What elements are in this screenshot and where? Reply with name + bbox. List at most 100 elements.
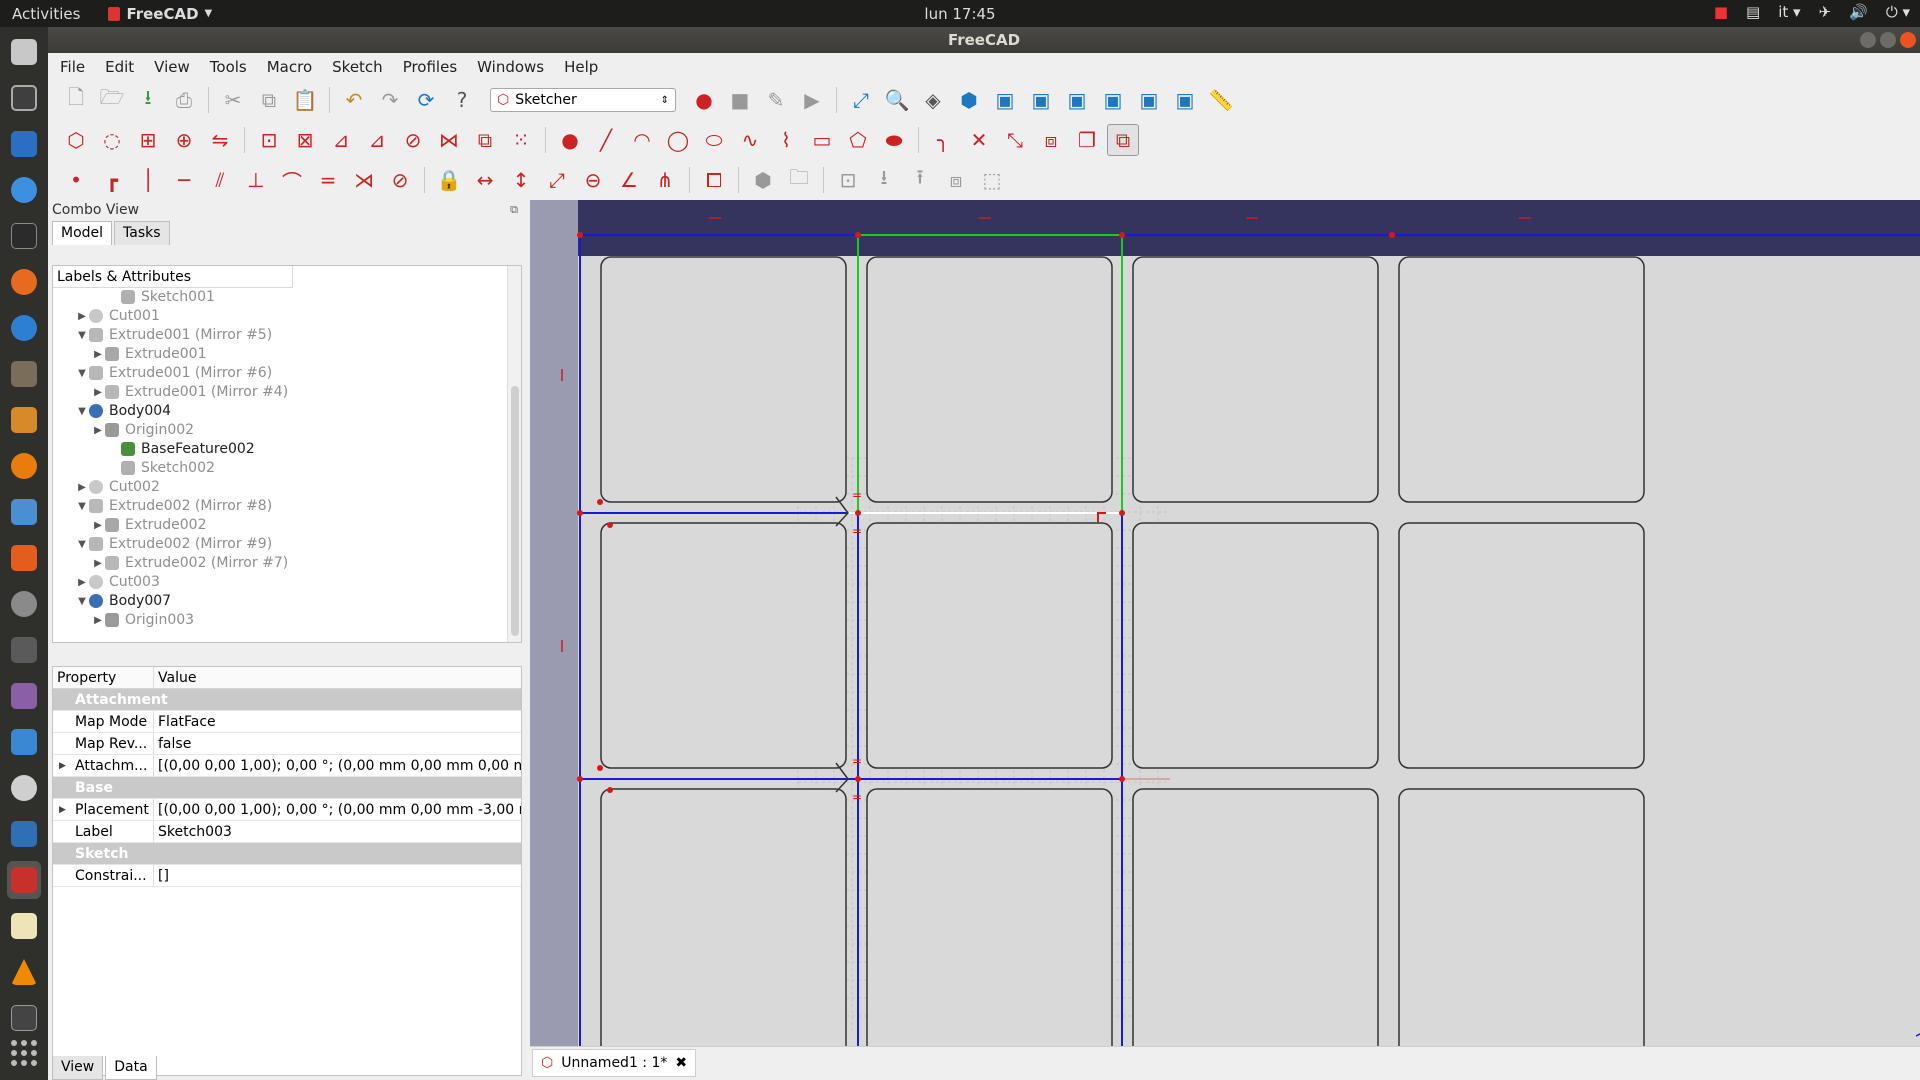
menu-tools[interactable]: Tools [210, 58, 247, 76]
slot-icon[interactable]: ⬬ [878, 124, 910, 156]
dock-app-17[interactable] [7, 769, 41, 807]
dock-app-7[interactable] [7, 309, 41, 347]
bottom-view-icon[interactable]: ▣ [1133, 84, 1165, 116]
merge-sketch-icon[interactable]: ⊕ [168, 124, 200, 156]
select-vertical-axis-icon[interactable]: ⊿ [325, 124, 357, 156]
dock-settings[interactable] [7, 585, 41, 623]
expand-arrow-icon[interactable]: ▶ [59, 799, 66, 820]
trim-icon[interactable]: ✕ [963, 124, 995, 156]
export-icon[interactable]: ⭱ [904, 164, 936, 196]
measure-icon[interactable]: 📏 [1205, 84, 1237, 116]
property-row[interactable]: Map Mode FlatFace [53, 711, 521, 733]
constrain-coincident-icon[interactable]: • [60, 164, 92, 196]
open-icon[interactable]: 🗁 [96, 84, 128, 116]
dock-vlc[interactable] [7, 953, 41, 991]
expand-arrow-icon[interactable]: ▶ [77, 478, 87, 497]
tree-item[interactable]: ▶ Extrude001 (Mirror #4) [53, 383, 521, 402]
menu-profiles[interactable]: Profiles [403, 58, 457, 76]
dock-app-9[interactable] [7, 401, 41, 439]
constrain-snell-icon[interactable]: ⋔ [649, 164, 681, 196]
dock-editor[interactable] [7, 907, 41, 945]
carbon-copy-icon[interactable]: ❐ [1071, 124, 1103, 156]
circle-icon[interactable]: ◯ [662, 124, 694, 156]
tree-column-header[interactable]: Labels & Attributes [53, 266, 293, 288]
close-button[interactable] [1900, 32, 1916, 48]
constrain-equal-icon[interactable]: = [312, 164, 344, 196]
fillet-icon[interactable]: ╮ [927, 124, 959, 156]
undo-icon[interactable]: ↶ [338, 84, 370, 116]
tree-item[interactable]: ▼ Extrude001 (Mirror #6) [53, 364, 521, 383]
tree-item[interactable]: ▼ Extrude002 (Mirror #8) [53, 497, 521, 516]
expand-arrow-icon[interactable]: ▶ [93, 554, 103, 573]
tree-item[interactable]: ▶ Cut001 [53, 307, 521, 326]
dock-terminal[interactable] [7, 217, 41, 255]
property-row[interactable]: Constrai... [] [53, 865, 521, 887]
select-horizontal-axis-icon[interactable]: ⊿ [361, 124, 393, 156]
workbench-selector[interactable]: ⬡ Sketcher ⇕ [490, 88, 676, 112]
volume-icon[interactable]: 🔊 [1849, 3, 1868, 21]
dock-app-2[interactable] [7, 79, 41, 117]
make-group-icon[interactable]: 🗀 [783, 164, 815, 196]
clone-icon[interactable]: ⧉ [469, 124, 501, 156]
constrain-lock-icon[interactable]: 🔒 [433, 164, 465, 196]
fit-selection-icon[interactable]: 🔍 [881, 84, 913, 116]
expand-arrow-icon[interactable]: ▶ [93, 383, 103, 402]
rectangle-icon[interactable]: ▭ [806, 124, 838, 156]
right-view-icon[interactable]: ▣ [1061, 84, 1093, 116]
constrain-vertical-distance-icon[interactable]: ↕ [505, 164, 537, 196]
dock-gimp[interactable] [7, 355, 41, 393]
print-icon[interactable]: ⎙ [168, 84, 200, 116]
value-column-header[interactable]: Value [154, 667, 196, 688]
sketch-canvas[interactable]: = = = = [530, 200, 1920, 1046]
tree-item[interactable]: BaseFeature002 [53, 440, 521, 459]
map-sketch-icon[interactable]: ⊞ [132, 124, 164, 156]
record-macro-icon[interactable]: ● [688, 84, 720, 116]
property-column-header[interactable]: Property [53, 667, 154, 688]
collapse-arrow-icon[interactable]: ▼ [77, 535, 87, 554]
activities-button[interactable]: Activities [12, 5, 80, 23]
tree-item[interactable]: ▼ Extrude002 (Mirror #9) [53, 535, 521, 554]
tree-item[interactable]: Sketch002 [53, 459, 521, 478]
whats-this-icon[interactable]: ? [446, 84, 478, 116]
copy-icon[interactable]: ⧉ [253, 84, 285, 116]
tab-data[interactable]: Data [105, 1056, 157, 1080]
isometric-view-icon[interactable]: ⬢ [953, 84, 985, 116]
expand-arrow-icon[interactable]: ▶ [59, 755, 66, 776]
dock-app-15[interactable] [7, 677, 41, 715]
refresh-icon[interactable]: ⟳ [410, 84, 442, 116]
arc-icon[interactable]: ◠ [626, 124, 658, 156]
front-view-icon[interactable]: ▣ [989, 84, 1021, 116]
toggle-driving-icon[interactable]: ⧠ [698, 164, 730, 196]
check-geometry-icon[interactable]: ⊡ [832, 164, 864, 196]
tree-item[interactable]: ▼ Body004 [53, 402, 521, 421]
menu-windows[interactable]: Windows [477, 58, 544, 76]
collapse-arrow-icon[interactable]: ▼ [77, 326, 87, 345]
dock-writer[interactable] [7, 125, 41, 163]
property-value[interactable]: false [154, 733, 521, 754]
import-icon[interactable]: ⭳ [868, 164, 900, 196]
property-value[interactable]: [] [154, 865, 521, 886]
polygon-icon[interactable]: ⬠ [842, 124, 874, 156]
collapse-arrow-icon[interactable]: ▼ [77, 402, 87, 421]
maximize-button[interactable] [1880, 32, 1896, 48]
tree-item[interactable]: ▼ Body007 [53, 592, 521, 611]
rear-view-icon[interactable]: ▣ [1097, 84, 1129, 116]
point-icon[interactable]: ● [554, 124, 586, 156]
constrain-block-icon[interactable]: ⊘ [384, 164, 416, 196]
draw-style-icon[interactable]: ◈ [917, 84, 949, 116]
tab-tasks[interactable]: Tasks [114, 221, 170, 245]
tree-item[interactable]: ▶ Origin002 [53, 421, 521, 440]
make-part-icon[interactable]: ⬢ [747, 164, 779, 196]
expand-arrow-icon[interactable]: ▶ [93, 421, 103, 440]
conic-icon[interactable]: ⬭ [698, 124, 730, 156]
constrain-horizontal-icon[interactable]: ─ [168, 164, 200, 196]
constrain-perpendicular-icon[interactable]: ⊥ [240, 164, 272, 196]
stop-macro-icon[interactable]: ■ [724, 84, 756, 116]
menu-sketch[interactable]: Sketch [332, 58, 383, 76]
dock-files[interactable] [7, 33, 41, 71]
property-row[interactable]: ▶ Attachm... [(0,00 0,00 1,00); 0,00 °; (0… [53, 755, 521, 777]
property-value[interactable]: [(0,00 0,00 1,00); 0,00 °; (0,00 mm 0,00… [154, 755, 521, 776]
expand-arrow-icon[interactable]: ▶ [93, 516, 103, 535]
line-icon[interactable]: ╱ [590, 124, 622, 156]
show-applications-icon[interactable] [11, 1040, 37, 1066]
